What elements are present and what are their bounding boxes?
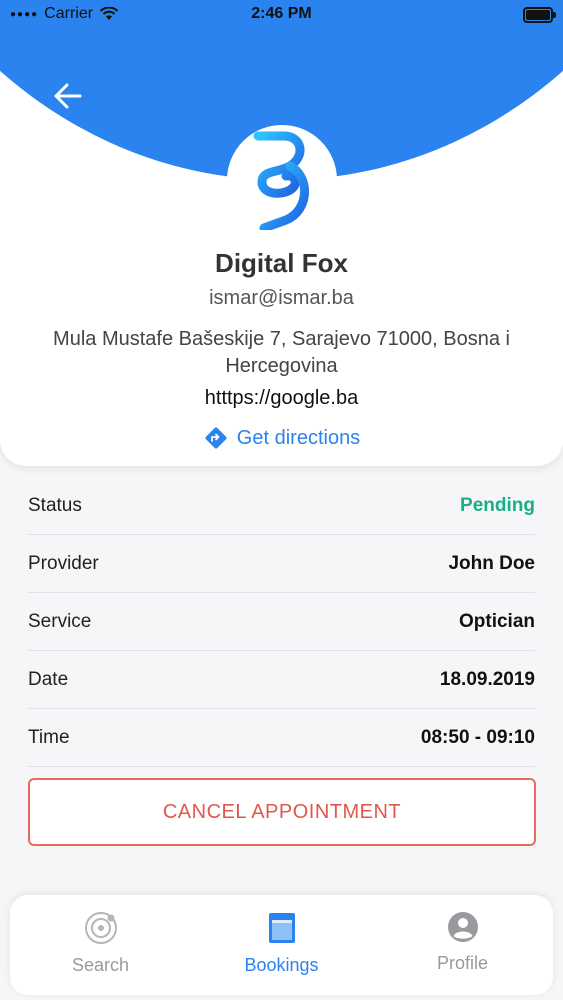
tab-label: Profile [436, 953, 489, 973]
tab-label: Search [71, 955, 130, 975]
company-address: Mula Mustafe Bašeskije 7, Sarajevo 71000… [53, 328, 510, 377]
tab-profile[interactable]: Profile [372, 895, 553, 995]
detail-value: John Doe [448, 552, 535, 574]
detail-label: Provider [28, 552, 99, 574]
directions-icon [205, 427, 227, 449]
business-logo [227, 125, 337, 235]
detail-row-service: Service Optician [28, 593, 535, 651]
get-directions-link[interactable]: Get directions [0, 425, 563, 451]
tab-bookings[interactable]: Bookings [191, 895, 372, 995]
tab-label: Bookings [244, 955, 319, 975]
detail-label: Time [28, 726, 70, 748]
detail-label: Service [28, 610, 92, 632]
detail-row-date: Date 18.09.2019 [28, 651, 535, 709]
arrow-left-icon [54, 83, 82, 109]
appointment-details: Status Pending Provider John Doe Service… [28, 478, 535, 767]
user-profile-icon [447, 912, 478, 942]
status-time: 2:46 PM [251, 5, 312, 22]
bookings-calendar-icon [268, 913, 295, 943]
detail-row-status: Status Pending [28, 478, 535, 535]
company-email[interactable]: ismar@ismar.ba [0, 287, 563, 310]
detail-value: 08:50 - 09:10 [420, 726, 535, 748]
cancel-appointment-button[interactable]: CANCEL APPOINTMENT [28, 778, 536, 846]
detail-value: Optician [458, 610, 535, 632]
brand-b-logo [253, 131, 309, 230]
get-directions-label: Get directions [236, 426, 361, 449]
company-website[interactable]: htttps://google.ba [0, 387, 563, 410]
bottom-tab-bar: Search Bookings Profile [10, 895, 553, 995]
detail-value: 18.09.2019 [439, 668, 535, 690]
status-badge: Pending [460, 495, 535, 516]
status-bar: ●●●● Carrier 2:46 PM [0, 0, 563, 30]
detail-label: Status [28, 495, 82, 516]
tab-search[interactable]: Search [10, 895, 191, 995]
target-search-icon [84, 912, 117, 944]
business-header-card: Digital Fox ismar@ismar.ba Mula Mustafe … [0, 0, 563, 466]
battery-icon [523, 7, 556, 23]
company-name: Digital Fox [215, 248, 348, 278]
detail-label: Date [28, 668, 69, 690]
back-button[interactable] [48, 76, 88, 116]
detail-row-time: Time 08:50 - 09:10 [28, 709, 535, 767]
detail-row-provider: Provider John Doe [28, 535, 535, 593]
